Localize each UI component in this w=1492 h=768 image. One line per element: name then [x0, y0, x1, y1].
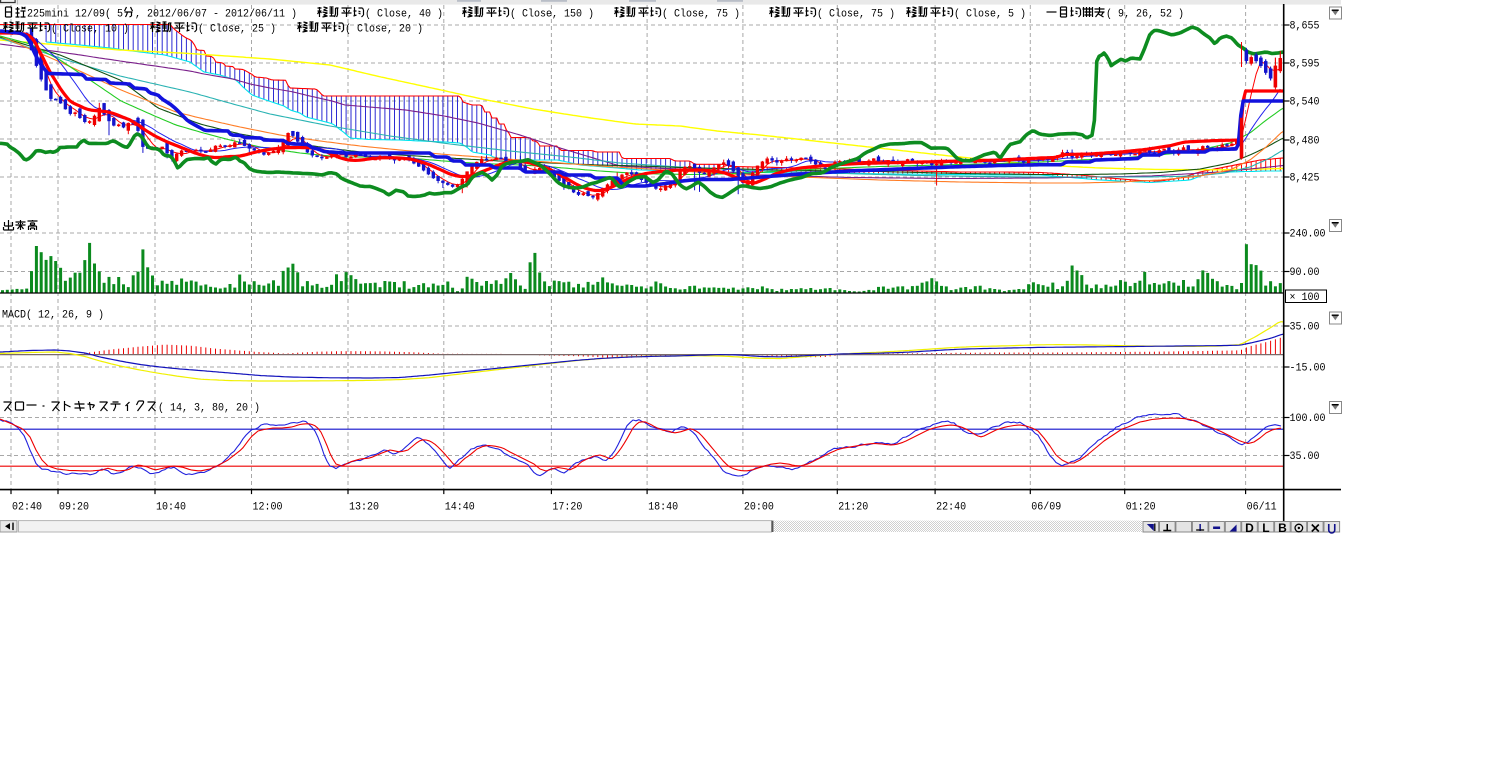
svg-text:21:20: 21:20	[838, 502, 868, 514]
svg-text:( 9, 26, 52 ): ( 9, 26, 52 )	[1106, 9, 1184, 21]
svg-text:225mini 12/09( 5: 225mini 12/09( 5	[27, 9, 123, 21]
svg-text:100.00: 100.00	[1290, 413, 1326, 425]
svg-text:09:20: 09:20	[59, 502, 89, 514]
svg-text:12:00: 12:00	[253, 502, 283, 514]
svg-text:35.00: 35.00	[1290, 451, 1320, 463]
svg-text:B: B	[1278, 521, 1287, 535]
svg-text:( Close, 40 ): ( Close, 40 )	[365, 9, 443, 21]
svg-text:( Close, 5 ): ( Close, 5 )	[954, 9, 1026, 21]
svg-text:10:40: 10:40	[156, 502, 186, 514]
svg-text:240.00: 240.00	[1290, 229, 1326, 241]
svg-text:14:40: 14:40	[445, 502, 475, 514]
svg-text:× 100: × 100	[1290, 292, 1320, 304]
svg-text:( Close, 75 ): ( Close, 75 )	[817, 9, 895, 21]
svg-text:D: D	[1245, 521, 1254, 535]
svg-text:( 14, 3, 80, 20 ): ( 14, 3, 80, 20 )	[158, 403, 260, 415]
svg-text:, 2012/06/07 - 2012/06/11 ): , 2012/06/07 - 2012/06/11 )	[135, 9, 297, 21]
svg-text:8,595: 8,595	[1290, 59, 1320, 71]
svg-text:( Close, 20 ): ( Close, 20 )	[345, 24, 423, 36]
svg-text:( Close, 150 ): ( Close, 150 )	[510, 9, 594, 21]
svg-text:MACD( 12, 26, 9 ): MACD( 12, 26, 9 )	[2, 310, 104, 322]
svg-text:17:20: 17:20	[552, 502, 582, 514]
svg-text:20:00: 20:00	[744, 502, 774, 514]
svg-text:8,425: 8,425	[1290, 173, 1320, 185]
svg-text:90.00: 90.00	[1290, 267, 1320, 279]
svg-text:18:40: 18:40	[648, 502, 678, 514]
svg-text:13:20: 13:20	[349, 502, 379, 514]
svg-text:35.00: 35.00	[1290, 322, 1320, 334]
svg-text:06/11: 06/11	[1247, 502, 1277, 514]
svg-text:8,655: 8,655	[1290, 21, 1320, 33]
svg-text:8,540: 8,540	[1290, 97, 1320, 109]
svg-text:L: L	[1262, 521, 1269, 535]
svg-text:( Close, 75 ): ( Close, 75 )	[662, 9, 740, 21]
svg-text:02:40: 02:40	[12, 502, 42, 514]
svg-text:22:40: 22:40	[936, 502, 966, 514]
svg-text:-15.00: -15.00	[1290, 363, 1326, 375]
svg-text:8,480: 8,480	[1290, 136, 1320, 148]
svg-text:( Close, 10 ): ( Close, 10 )	[51, 24, 129, 36]
svg-text:06/09: 06/09	[1031, 502, 1061, 514]
svg-text:01:20: 01:20	[1126, 502, 1156, 514]
svg-text:( Close, 25 ): ( Close, 25 )	[198, 24, 276, 36]
